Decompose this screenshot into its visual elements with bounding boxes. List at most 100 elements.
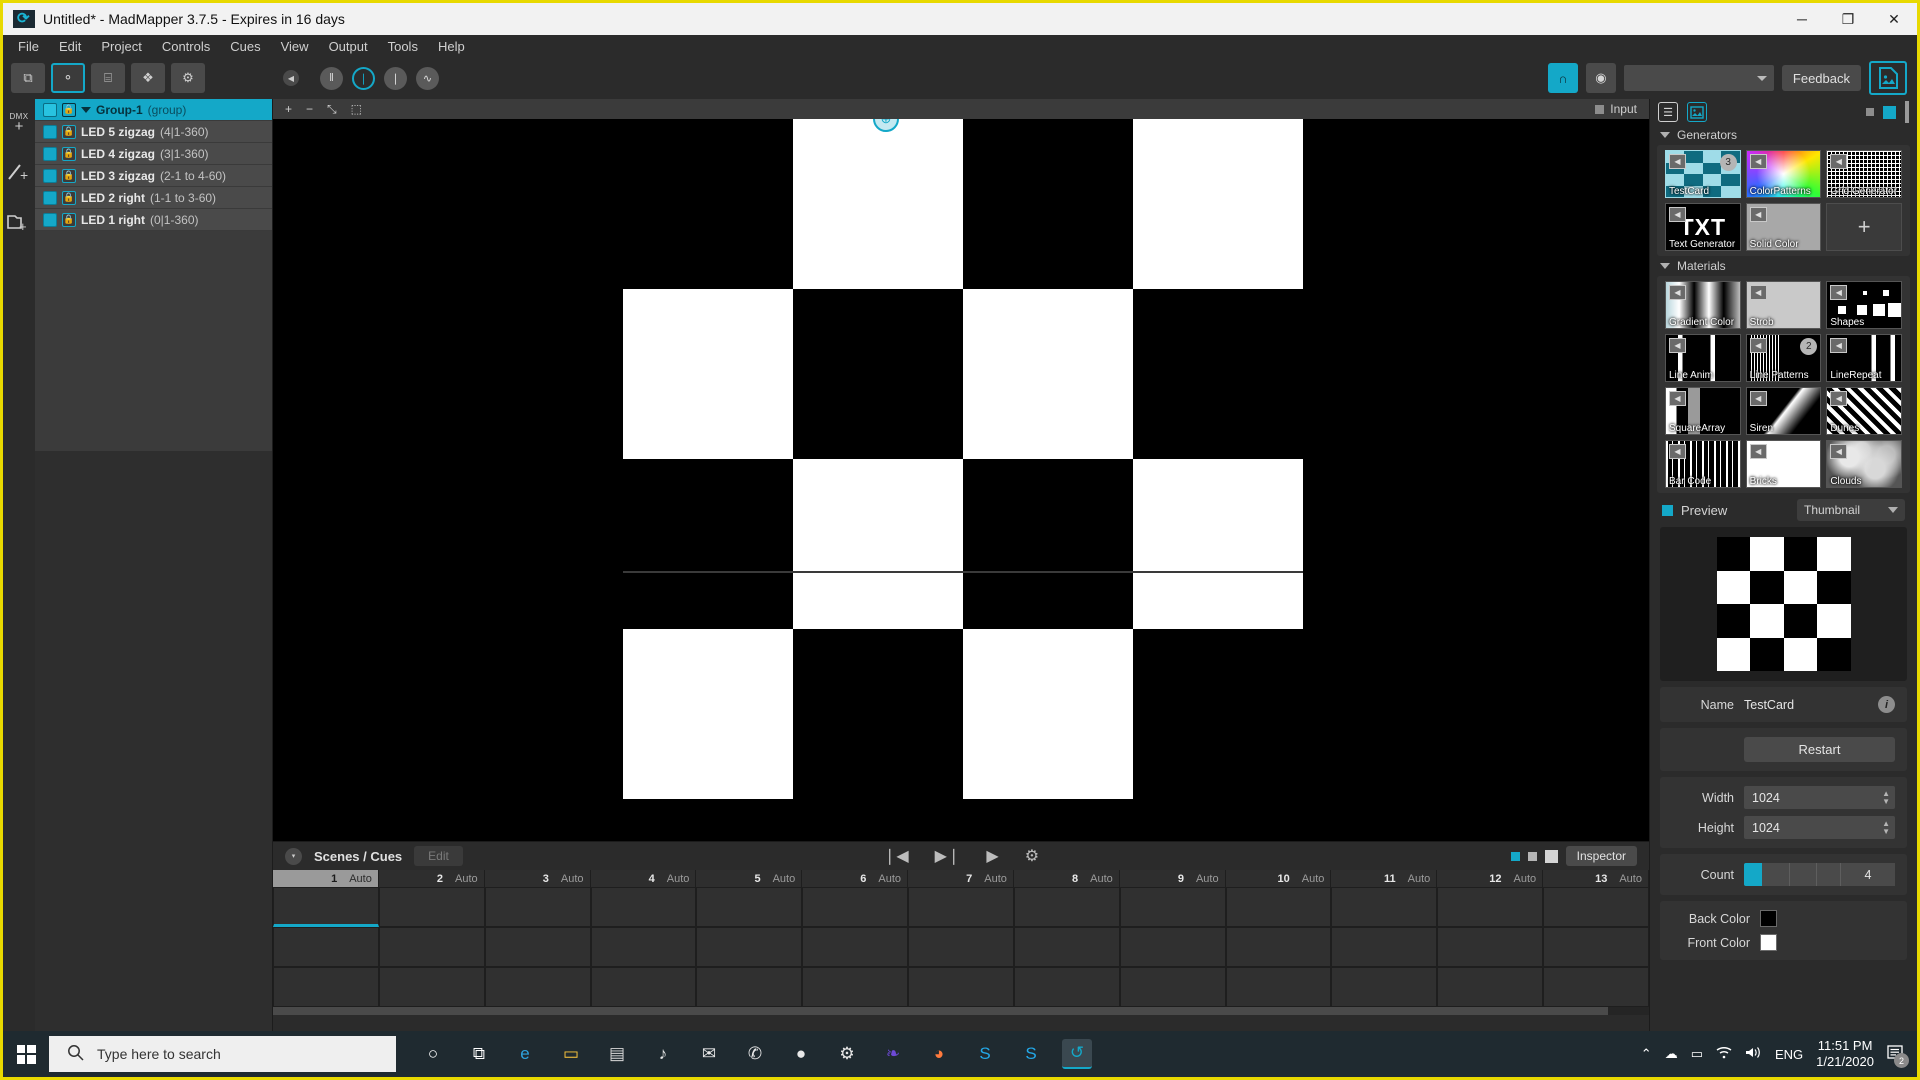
chevron-down-icon[interactable] <box>1660 263 1670 269</box>
taskbar-clock[interactable]: 11:51 PM 1/21/2020 <box>1816 1038 1874 1071</box>
select-region-icon[interactable]: ⬚ <box>351 102 362 116</box>
tile-arrow-icon[interactable]: ◀ <box>1830 444 1848 459</box>
output-select[interactable] <box>1623 65 1774 91</box>
notification-center-icon[interactable]: 2 <box>1887 1045 1909 1068</box>
menu-project[interactable]: Project <box>92 37 150 56</box>
settings-icon[interactable]: ⚙ <box>832 1039 862 1069</box>
minimize-button[interactable]: ─ <box>1779 3 1825 35</box>
zoom-in-icon[interactable]: + <box>285 102 292 116</box>
tile-arrow-icon[interactable]: ◀ <box>1749 154 1767 169</box>
media-tile[interactable]: TXT ◀ Text Generator <box>1665 203 1741 251</box>
battery-icon[interactable]: ▭ <box>1691 1046 1703 1062</box>
settings-tool-icon[interactable]: ⚙ <box>171 63 205 93</box>
tile-arrow-icon[interactable]: ◀ <box>1669 207 1686 222</box>
media-tile[interactable]: ◀ Line Anim <box>1665 334 1741 382</box>
media-tile[interactable]: ◀ Dunes <box>1826 387 1902 435</box>
fit-view-icon[interactable]: ⤡ <box>327 102 337 117</box>
cue-cell[interactable] <box>1013 887 1120 927</box>
tile-arrow-icon[interactable]: ◀ <box>1669 338 1686 353</box>
wifi-icon[interactable] <box>1716 1046 1732 1062</box>
layer-visibility-checkbox[interactable] <box>43 102 57 117</box>
collapse-toolbar-icon[interactable]: ◀ <box>283 70 299 86</box>
media-tile[interactable]: ◀ Grid Generator <box>1826 150 1902 198</box>
layer-row-led-3[interactable]: 🔒 LED 3 zigzag (2-1 to 4-60) <box>35 165 272 187</box>
cue-cell[interactable] <box>1225 967 1332 1007</box>
cue-cell[interactable] <box>802 887 909 927</box>
media-view-icon[interactable] <box>1687 102 1707 122</box>
media-tile[interactable]: ◀ Strob <box>1745 281 1822 329</box>
tile-arrow-icon[interactable]: ◀ <box>1830 391 1848 406</box>
cue-cell[interactable] <box>1543 887 1649 927</box>
cue-column-header[interactable]: 5 Auto <box>696 870 803 887</box>
menu-controls[interactable]: Controls <box>153 37 219 56</box>
inspector-button[interactable]: Inspector <box>1565 846 1637 866</box>
cue-cell[interactable] <box>1119 887 1226 927</box>
cue-cell[interactable] <box>1437 887 1544 927</box>
media-tile[interactable]: ◀ LineRepeat <box>1826 334 1902 382</box>
curve-button[interactable]: ∿ <box>416 66 439 90</box>
lock-icon[interactable]: 🔒 <box>62 190 76 205</box>
preview-toggle-icon[interactable] <box>1662 504 1673 516</box>
cue-cell[interactable] <box>273 927 379 967</box>
media-tile[interactable]: ◀ Bricks <box>1745 440 1822 488</box>
bpm-button[interactable]: ❘ <box>352 66 375 90</box>
lock-icon[interactable]: 🔒 <box>62 212 76 227</box>
media-tile[interactable]: ◀ SquareArray <box>1665 387 1741 435</box>
tile-arrow-icon[interactable]: ◀ <box>1669 285 1686 300</box>
preview-mode-select[interactable]: Thumbnail <box>1797 499 1905 521</box>
surfaces-tool-icon[interactable]: ⧉ <box>11 63 45 93</box>
cue-cell[interactable] <box>484 967 591 1007</box>
cues-settings-icon[interactable]: ⚙ <box>1025 846 1039 866</box>
cue-cell[interactable] <box>378 967 485 1007</box>
lock-icon[interactable]: 🔒 <box>62 102 76 117</box>
count-slider[interactable]: 4 <box>1744 863 1895 886</box>
media-tile[interactable]: ◀ Shapes <box>1826 281 1902 329</box>
cue-indicator-3[interactable] <box>1544 849 1558 863</box>
onedrive-icon[interactable]: ☁ <box>1665 1046 1678 1062</box>
menu-cues[interactable]: Cues <box>221 37 269 56</box>
cue-column-header[interactable]: 13 Auto <box>1543 870 1649 887</box>
collapse-cues-icon[interactable]: ▾ <box>285 847 302 865</box>
cue-column-header[interactable]: 1 Auto <box>273 870 379 887</box>
skype-icon[interactable]: S <box>970 1039 1000 1069</box>
tile-arrow-icon[interactable]: ◀ <box>1830 338 1848 353</box>
menu-tools[interactable]: Tools <box>379 37 427 56</box>
cue-cell[interactable] <box>590 967 697 1007</box>
layer-row-led-1[interactable]: 🔒 LED 1 right (0|1-360) <box>35 209 272 231</box>
cue-cell[interactable] <box>908 967 1014 1007</box>
lock-icon[interactable]: 🔒 <box>62 124 76 139</box>
height-field[interactable]: 1024 ▲ ▼ <box>1744 816 1895 839</box>
layer-row-led-4[interactable]: 🔒 LED 4 zigzag (3|1-360) <box>35 143 272 165</box>
cue-cell[interactable] <box>696 967 803 1007</box>
cue-cell[interactable] <box>1119 967 1226 1007</box>
media-tile[interactable]: ◀ Bar Code <box>1665 440 1741 488</box>
generators-section-header[interactable]: Generators <box>1650 125 1917 145</box>
panel-indicator-active[interactable] <box>1883 105 1896 119</box>
cue-cell[interactable] <box>908 887 1014 927</box>
restart-button[interactable]: Restart <box>1744 737 1895 762</box>
start-button[interactable] <box>3 1031 49 1077</box>
cue-indicator-1[interactable] <box>1510 851 1520 861</box>
media-tile[interactable]: ◀ 3 TestCard <box>1665 150 1741 198</box>
cue-cell[interactable] <box>273 967 379 1007</box>
tile-arrow-icon[interactable]: ◀ <box>1669 391 1686 406</box>
materials-section-header[interactable]: Materials <box>1650 256 1917 276</box>
back-color-swatch[interactable] <box>1760 910 1777 927</box>
layer-visibility-checkbox[interactable] <box>43 212 57 227</box>
media-tile[interactable]: ◀ Solid Color <box>1745 203 1822 251</box>
zoom-out-icon[interactable]: − <box>306 102 313 116</box>
cue-column-header[interactable]: 8 Auto <box>1013 870 1120 887</box>
taskbar-search[interactable]: Type here to search <box>49 1036 396 1072</box>
width-stepper[interactable]: ▲ ▼ <box>1882 789 1890 806</box>
previous-cue-button[interactable]: ❘◀ <box>883 846 909 866</box>
modules-tool-icon[interactable]: ❖ <box>131 63 165 93</box>
cue-cell[interactable] <box>590 927 697 967</box>
maximize-button[interactable]: ❐ <box>1825 3 1871 35</box>
cue-cell[interactable] <box>1437 927 1544 967</box>
pause-button[interactable]: ‖ <box>320 66 343 90</box>
cue-cell[interactable] <box>696 927 803 967</box>
tile-arrow-icon[interactable]: ◀ <box>1749 285 1767 300</box>
feedback-button[interactable]: Feedback <box>1781 65 1861 91</box>
cue-cell[interactable] <box>802 927 909 967</box>
edit-button[interactable]: Edit <box>414 846 463 866</box>
